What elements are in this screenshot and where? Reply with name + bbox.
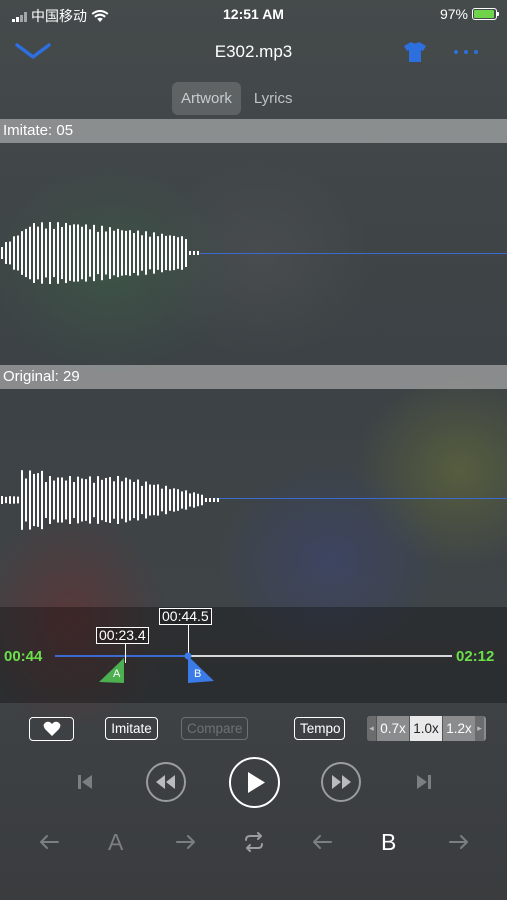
tab-artwork[interactable]: Artwork	[172, 82, 241, 115]
speed-option-0[interactable]: 0.7x	[376, 716, 409, 741]
speed-right-edge-icon[interactable]: ▸	[475, 716, 484, 741]
marker-a-time: 00:23.4	[96, 627, 149, 644]
fast-forward-icon	[332, 775, 351, 789]
play-icon	[248, 772, 265, 793]
tshirt-icon[interactable]	[403, 41, 427, 63]
status-time: 12:51 AM	[223, 6, 284, 22]
speed-option-2[interactable]: 1.2x	[442, 716, 475, 741]
view-tabs: Artwork Lyrics	[172, 82, 301, 115]
repeat-icon[interactable]	[241, 831, 267, 853]
tab-lyrics[interactable]: Lyrics	[245, 82, 302, 115]
marker-b-time: 00:44.5	[159, 608, 212, 625]
battery-icon	[472, 8, 499, 20]
speed-option-1[interactable]: 1.0x	[409, 716, 442, 741]
imitate-track-header: Imitate: 05	[0, 119, 507, 143]
a-move-right-icon[interactable]	[175, 832, 197, 852]
page-title: E302.mp3	[214, 42, 293, 61]
total-time: 02:12	[456, 648, 495, 665]
skip-previous-icon[interactable]	[75, 772, 95, 792]
timeline-remaining[interactable]	[188, 655, 452, 657]
marker-a-letter: A	[113, 668, 121, 680]
b-move-left-icon[interactable]	[311, 832, 333, 852]
compare-button[interactable]: Compare	[181, 717, 248, 740]
imitate-button[interactable]: Imitate	[105, 717, 158, 740]
original-waveform[interactable]	[0, 460, 230, 540]
speed-left-edge-icon[interactable]: ◂	[367, 716, 376, 741]
set-b-button[interactable]: B	[381, 829, 396, 856]
play-button[interactable]	[229, 757, 280, 808]
more-icon[interactable]	[454, 50, 478, 54]
current-time: 00:44	[4, 648, 43, 665]
marker-b-handle[interactable]: B	[181, 649, 217, 685]
marker-b-letter: B	[194, 668, 201, 680]
imitate-baseline	[200, 253, 507, 254]
speed-selector[interactable]: ◂ 0.7x 1.0x 1.2x ▸	[367, 716, 486, 741]
rewind-button[interactable]	[146, 762, 186, 802]
original-baseline	[215, 498, 507, 499]
b-move-right-icon[interactable]	[448, 832, 470, 852]
skip-next-icon[interactable]	[414, 772, 434, 792]
marker-a-handle[interactable]: A	[98, 657, 128, 685]
fast-forward-button[interactable]	[321, 762, 361, 802]
imitate-waveform[interactable]	[0, 215, 210, 291]
rewind-icon	[156, 775, 175, 789]
a-move-left-icon[interactable]	[38, 832, 60, 852]
status-bar: 中国移动 12:51 AM 97%	[0, 0, 507, 28]
original-track-header: Original: 29	[0, 365, 507, 389]
heart-icon	[43, 721, 60, 736]
set-a-button[interactable]: A	[108, 829, 123, 856]
tempo-button[interactable]: Tempo	[294, 717, 345, 740]
favorite-button[interactable]	[29, 717, 74, 741]
battery-percent: 97%	[439, 6, 468, 22]
